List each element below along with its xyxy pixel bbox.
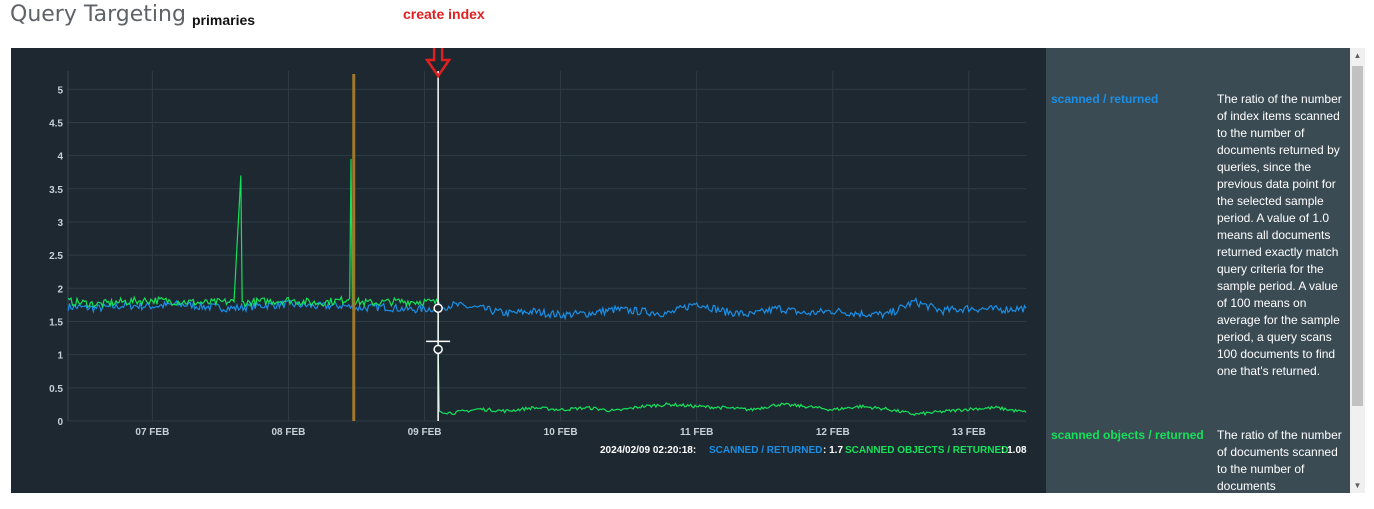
y-tick-label: 5 — [57, 85, 63, 96]
y-tick-label: 1.5 — [49, 317, 63, 328]
scroll-down-arrow-icon[interactable]: ▼ — [1350, 478, 1365, 493]
x-axis-ticks: 07 FEB 08 FEB 09 FEB 10 FEB 11 FEB 12 FEB 13 F… — [135, 427, 985, 438]
legend-scrollbar[interactable]: ▲ ▼ — [1350, 48, 1365, 493]
tooltip-series1-label: SCANNED / RETURNED — [709, 445, 822, 456]
y-tick-label: 0 — [57, 417, 63, 428]
legend-item-scanned-returned[interactable]: scanned / returned — [1051, 92, 1211, 106]
legend-desc-scanned-objects: The ratio of the number of documents sca… — [1217, 428, 1342, 493]
legend-item-scanned-objects[interactable]: scanned objects / returned — [1051, 428, 1211, 442]
y-axis-ticks: 0 0.5 1 1.5 2 2.5 3 3.5 4 4.5 5 — [49, 85, 63, 428]
tooltip-timestamp: 2024/02/09 02:20:18: — [600, 445, 696, 456]
y-tick-label: 4.5 — [49, 118, 63, 129]
scroll-thumb[interactable] — [1352, 66, 1363, 406]
x-tick-label: 09 FEB — [408, 427, 442, 438]
page-subtitle: primaries — [192, 12, 256, 28]
y-tick-label: 1 — [57, 351, 63, 362]
x-tick-label: 10 FEB — [544, 427, 578, 438]
chart-grid — [67, 71, 1026, 422]
tooltip-series2-label: SCANNED OBJECTS / RETURNED — [845, 445, 1008, 456]
page-title: Query Targeting — [10, 2, 186, 27]
tooltip-series2-value: : 1.08 — [1001, 445, 1027, 456]
x-tick-label: 08 FEB — [271, 427, 305, 438]
chart-panel[interactable]: 0 0.5 1 1.5 2 2.5 3 3.5 4 4.5 5 07 FEB 08 FEB 09 FEB… — [11, 37, 1046, 493]
y-tick-label: 2.5 — [49, 251, 63, 262]
tooltip-series1-value: : 1.7 — [823, 445, 843, 456]
y-tick-label: 0.5 — [49, 384, 63, 395]
y-tick-label: 2 — [57, 284, 63, 295]
series-scanned-objects-line — [67, 158, 1027, 417]
series-scanned-returned-line — [67, 297, 1027, 321]
chart-series — [67, 158, 1027, 417]
x-tick-label: 11 FEB — [680, 427, 713, 438]
x-tick-label: 12 FEB — [816, 427, 850, 438]
legend-panel: scanned / returned The ratio of the numb… — [1046, 48, 1350, 493]
crosshair-point-scanned-objects — [433, 344, 443, 355]
legend-desc-scanned-returned: The ratio of the number of index items s… — [1217, 92, 1342, 378]
scroll-up-arrow-icon[interactable]: ▲ — [1350, 48, 1365, 63]
x-tick-label: 13 FEB — [952, 427, 986, 438]
y-tick-label: 3 — [57, 218, 63, 229]
create-index-annotation-label: create index — [403, 6, 485, 22]
chart-overlay — [352, 37, 452, 421]
y-tick-label: 4 — [57, 152, 63, 163]
event-marker — [352, 74, 356, 421]
query-targeting-chart[interactable]: 0 0.5 1 1.5 2 2.5 3 3.5 4 4.5 5 07 FEB 08 FEB 09 FEB… — [11, 37, 1046, 493]
x-tick-label: 07 FEB — [135, 427, 169, 438]
y-tick-label: 3.5 — [49, 185, 63, 196]
crosshair-point-scanned-returned — [433, 303, 443, 313]
